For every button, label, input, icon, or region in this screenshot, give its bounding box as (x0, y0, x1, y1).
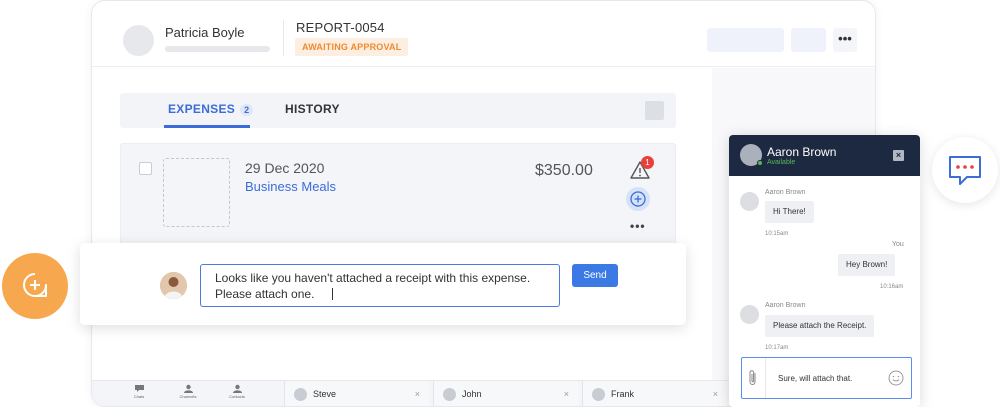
chat-contact-status: Available (767, 159, 796, 166)
warning-count-badge: 1 (641, 156, 654, 169)
avatar (740, 305, 759, 324)
expense-date: 29 Dec 2020 (245, 160, 325, 176)
expense-amount: $350.00 (535, 162, 593, 179)
chat-bubble-icon (949, 156, 981, 185)
avatar (294, 388, 307, 401)
comment-text-line1: Looks like you haven't attached a receip… (215, 271, 531, 285)
chat-tab-name: John (462, 389, 482, 399)
chat-input-text: Sure, will attach that. (778, 374, 853, 383)
person-icon (160, 272, 187, 299)
footer-nav-contacts[interactable]: Contacts (222, 384, 252, 399)
commenter-avatar (160, 272, 187, 299)
message-bubble: Hey Brown! (838, 254, 896, 276)
primary-action-button[interactable] (707, 28, 784, 52)
online-status-indicator (757, 160, 763, 166)
footer-nav-channels[interactable]: Channels (173, 384, 203, 399)
chat-tab-name: Steve (313, 389, 337, 399)
avatar (592, 388, 605, 401)
tab-expenses-count: 2 (240, 104, 254, 116)
send-button[interactable]: Send (572, 264, 618, 287)
message-time: 10:17am (765, 345, 789, 351)
add-comment-fab[interactable] (2, 253, 68, 319)
message-bubble: Please attach the Receipt. (765, 315, 875, 337)
add-comment-button[interactable] (626, 187, 650, 211)
expense-category-link[interactable]: Business Meals (245, 179, 336, 194)
comment-composer: Looks like you haven't attached a receip… (80, 243, 686, 325)
message-author: Aaron Brown (765, 189, 806, 196)
contacts-icon (232, 384, 242, 393)
close-icon[interactable]: × (415, 389, 420, 399)
add-comment-icon (630, 191, 646, 207)
tab-expenses[interactable]: EXPENSES 2 (168, 102, 254, 116)
status-badge: AWAITING APPROVAL (295, 38, 409, 56)
tab-bar-action-button[interactable] (645, 101, 664, 120)
comment-text-line2: Please attach one. (215, 287, 315, 301)
comment-input[interactable]: Looks like you haven't attached a receip… (200, 264, 560, 307)
tab-history[interactable]: HISTORY (285, 102, 340, 116)
footer-nav-contacts-label: Contacts (229, 394, 245, 399)
header-divider (283, 20, 284, 56)
message-time: 10:16am (880, 284, 904, 290)
report-id: REPORT-0054 (296, 20, 385, 35)
secondary-action-button[interactable] (791, 28, 826, 52)
chat-panel: Aaron Brown Available × Aaron Brown Hi T… (729, 135, 920, 407)
user-subtitle-placeholder (165, 46, 270, 52)
message-author: Aaron Brown (765, 302, 806, 309)
close-icon[interactable]: × (564, 389, 569, 399)
expense-card[interactable]: 29 Dec 2020 Business Meals $350.00 1 ••• (120, 143, 676, 247)
chat-tab-steve[interactable]: Steve × (284, 381, 429, 406)
open-chat-button[interactable] (932, 137, 998, 203)
close-icon[interactable]: × (893, 150, 904, 161)
chat-tab-john[interactable]: John × (433, 381, 578, 406)
chat-message-input[interactable]: Sure, will attach that. (741, 357, 912, 399)
avatar (443, 388, 456, 401)
message-author: You (892, 241, 904, 248)
chat-contact-name: Aaron Brown (767, 145, 837, 159)
expense-select-checkbox[interactable] (139, 162, 152, 175)
channels-icon (183, 384, 193, 393)
chats-icon (134, 385, 144, 392)
avatar (740, 192, 759, 211)
chat-header: Aaron Brown Available × (729, 135, 920, 176)
message-time: 10:15am (765, 231, 789, 237)
footer-nav-channels-label: Channels (179, 394, 197, 399)
attachment-icon[interactable] (747, 369, 759, 387)
user-name: Patricia Boyle (165, 25, 245, 40)
tab-expenses-label: EXPENSES (168, 102, 236, 116)
chat-tab-name: Frank (611, 389, 635, 399)
chat-tab-frank[interactable]: Frank × (582, 381, 727, 406)
receipt-dropzone[interactable] (163, 158, 230, 227)
emoji-icon[interactable] (888, 370, 904, 386)
text-caret (332, 288, 334, 300)
expense-more-button[interactable]: ••• (630, 219, 646, 233)
footer-nav-chats-label: Chats (133, 394, 145, 399)
close-icon[interactable]: × (713, 389, 718, 399)
comment-plus-icon (23, 273, 47, 297)
user-avatar[interactable] (123, 25, 154, 56)
input-divider (765, 358, 766, 398)
footer-nav-chats[interactable]: Chats (124, 384, 154, 399)
active-tab-indicator (164, 125, 250, 128)
more-options-button[interactable]: ••• (833, 28, 857, 52)
message-bubble: Hi There! (765, 201, 814, 223)
tab-bar: EXPENSES 2 HISTORY (120, 93, 676, 128)
report-header: Patricia Boyle REPORT-0054 AWAITING APPR… (92, 1, 875, 67)
